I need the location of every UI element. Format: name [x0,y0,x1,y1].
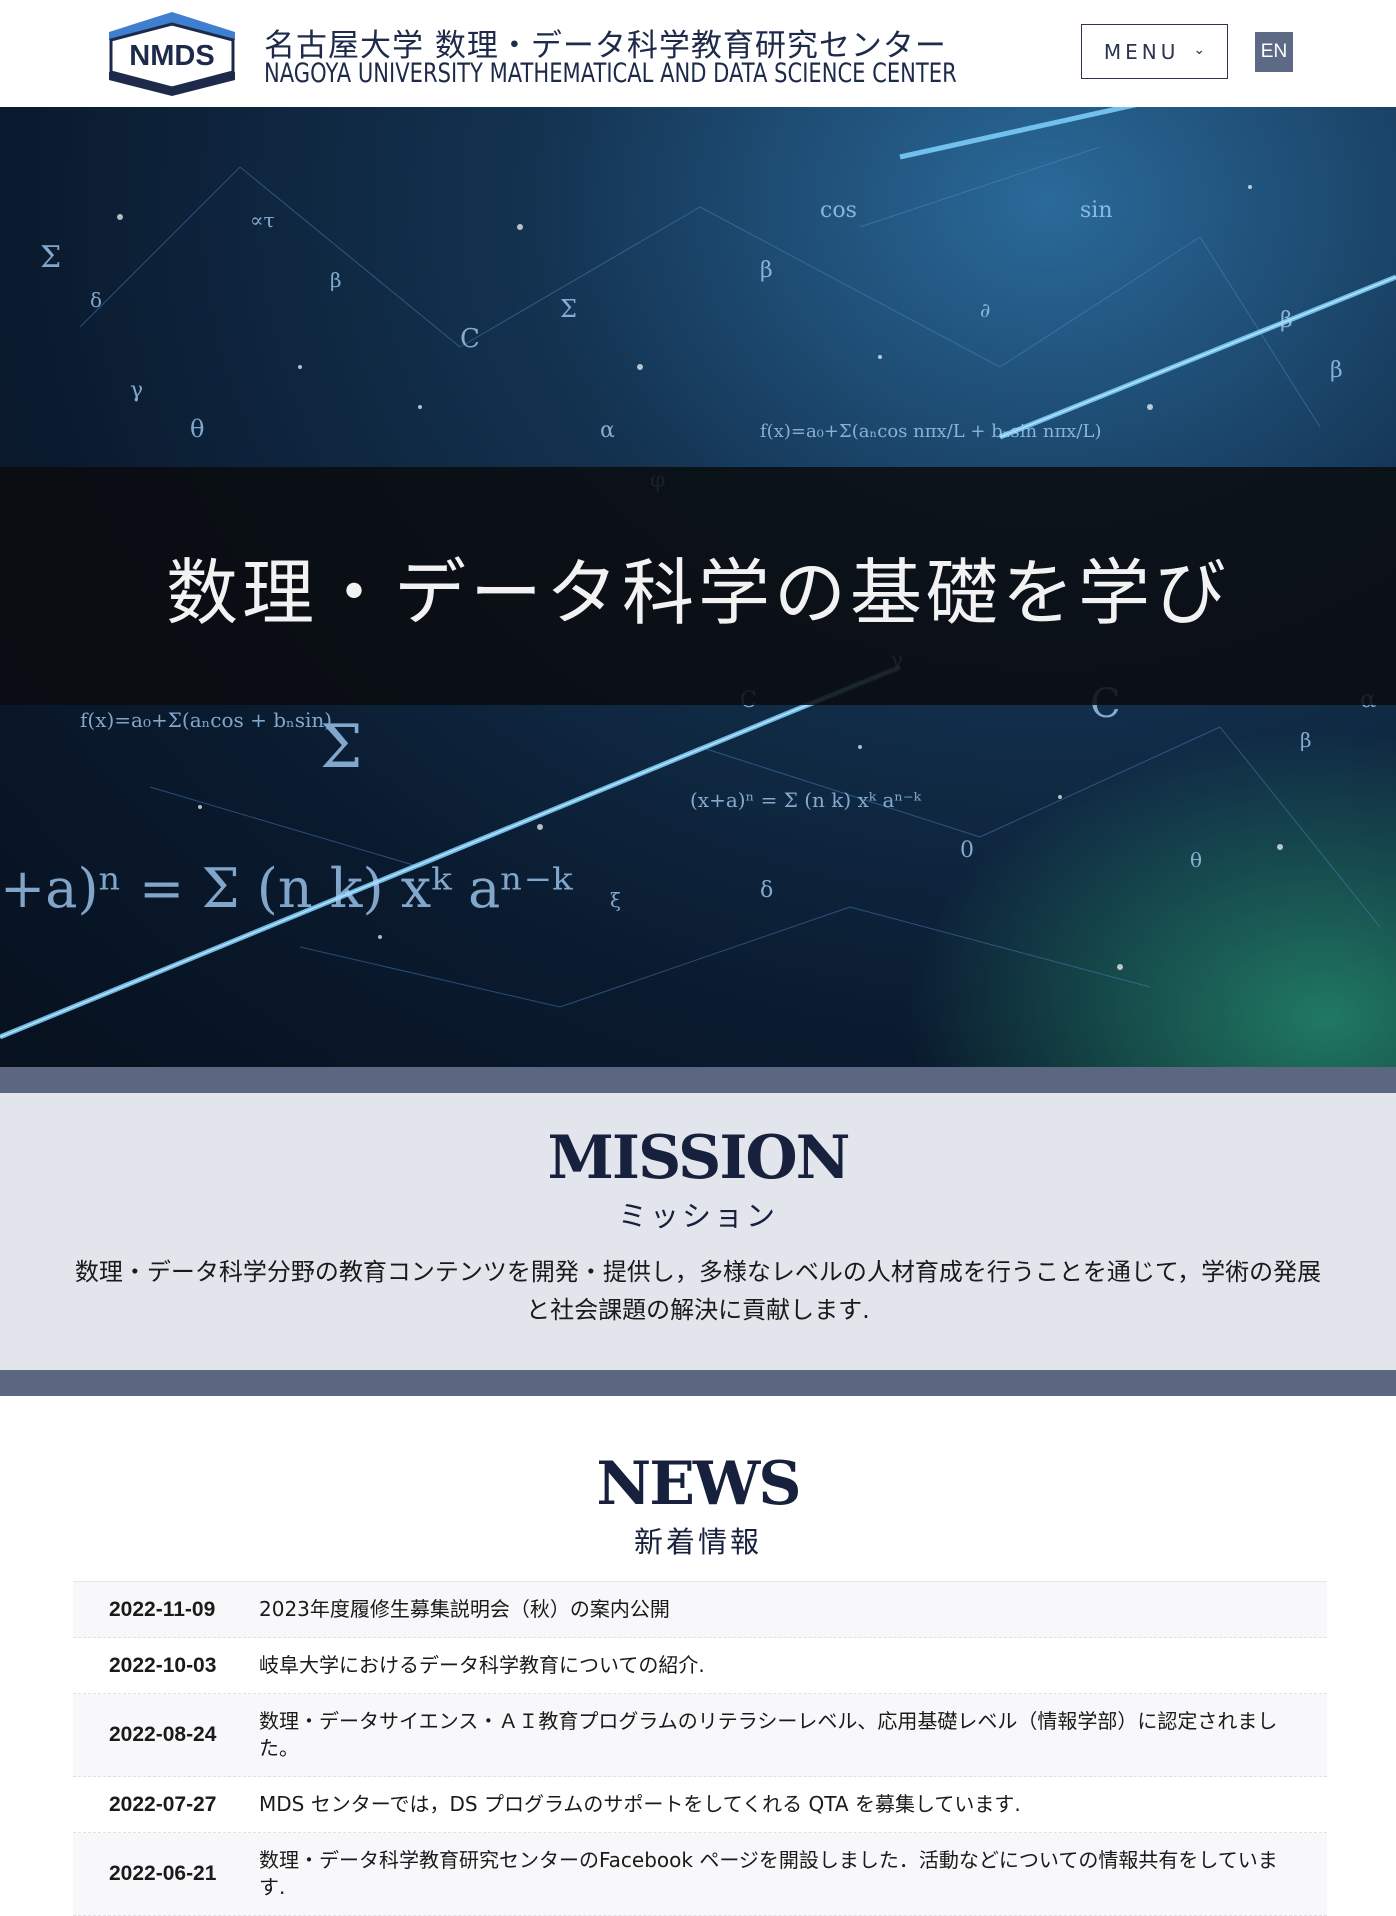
svg-text:∂: ∂ [980,298,990,322]
svg-text:f(x)=a₀+Σ(aₙcos + bₙsin): f(x)=a₀+Σ(aₙcos + bₙsin) [80,708,332,732]
news-headline[interactable]: MDS センターでは，DS プログラムのサポートをしてくれる QTA を募集して… [259,1791,1327,1818]
svg-text:β: β [1300,728,1312,752]
news-date: 2022-06-21 [109,1862,217,1885]
svg-text:δ: δ [760,878,773,903]
logo-text: NMDS [129,40,214,72]
mission-statement: 数理・データ科学分野の教育コンテンツを開発・提供し，多様なレベルの人材育成を行う… [74,1258,1322,1324]
news-date: 2022-11-09 [109,1597,216,1621]
svg-text:β: β [1330,358,1343,383]
nmds-logo[interactable]: NMDS [105,10,239,98]
site-title-en[interactable]: NAGOYA UNIVERSITY MATHEMATICAL AND DATA … [264,58,957,89]
news-subtitle: 新着情報 [633,1525,762,1559]
news-item[interactable]: 2022-06-21 数理・データ科学教育研究センターのFacebook ページ… [73,1833,1327,1916]
news-item[interactable]: 2022-08-24 数理・データサイエンス・ＡＩ教育プログラムのリテラシーレベ… [73,1694,1327,1777]
news-headline[interactable]: 数理・データサイエンス・ＡＩ教育プログラムのリテラシーレベル、応用基礎レベル（情… [259,1708,1327,1762]
svg-text:δ: δ [90,288,102,312]
svg-text:+a)ⁿ = Σ (n k) xᵏ aⁿ⁻ᵏ: +a)ⁿ = Σ (n k) xᵏ aⁿ⁻ᵏ [0,857,573,920]
svg-text:0: 0 [960,838,974,863]
menu-label: MENU [1103,39,1180,64]
mission-section: MISSION ミッション 数理・データ科学分野の教育コンテンツを開発・提供し，… [0,1093,1396,1370]
hero-heading: 数理・データ科学の基礎を学び [165,550,1230,635]
svg-text:cos: cos [820,198,857,223]
svg-text:(x+a)ⁿ = Σ (n k) xᵏ aⁿ⁻ᵏ: (x+a)ⁿ = Σ (n k) xᵏ aⁿ⁻ᵏ [690,788,922,812]
svg-text:α: α [600,418,615,443]
news-item[interactable]: 2022-07-27 MDS センターでは，DS プログラムのサポートをしてくれ… [73,1777,1327,1833]
svg-text:β: β [760,258,773,283]
svg-text:sin: sin [1080,198,1113,223]
svg-text:β: β [1280,308,1293,333]
language-toggle-en[interactable]: EN [1255,32,1293,72]
svg-text:Σ: Σ [40,240,61,275]
hero-banner: Σ δ γ β Σ β ∂ β sin cos α C f(x)=a₀+Σ(aₙ… [0,107,1396,1067]
mission-divider-top [0,1067,1396,1093]
svg-text:ξ: ξ [610,888,621,912]
news-headline[interactable]: 数理・データ科学教育研究センターのFacebook ページを開設しました．活動な… [259,1847,1327,1901]
svg-text:θ: θ [190,415,204,443]
news-date: 2022-08-24 [109,1723,217,1746]
svg-text:f(x)=a₀+Σ(aₙcos nπx/L + bₙsin: f(x)=a₀+Σ(aₙcos nπx/L + bₙsin nπx/L) [760,421,1101,442]
news-headline[interactable]: 岐阜大学におけるデータ科学教育についての紹介. [259,1652,1327,1679]
news-title: NEWS [596,1449,801,1519]
news-list: 2022-11-09 2023年度履修生募集説明会（秋）の案内公開 2022-1… [73,1581,1327,1916]
news-item[interactable]: 2022-11-09 2023年度履修生募集説明会（秋）の案内公開 [73,1582,1327,1638]
mission-subtitle: ミッション [617,1199,778,1233]
news-headline[interactable]: 2023年度履修生募集説明会（秋）の案内公開 [259,1596,1327,1623]
site-header: NMDS 名古屋大学 数理・データ科学教育研究センター NAGOYA UNIVE… [0,0,1396,107]
hero-caption-band: 数理・データ科学の基礎を学び [0,467,1396,705]
svg-text:Σ: Σ [560,295,577,323]
svg-text:β: β [330,268,342,292]
news-item[interactable]: 2022-10-03 岐阜大学におけるデータ科学教育についての紹介. [73,1638,1327,1694]
svg-text:∝τ: ∝τ [250,208,275,232]
mission-divider-bottom [0,1370,1396,1396]
svg-text:θ: θ [1190,848,1202,872]
svg-text:γ: γ [130,378,143,403]
menu-button[interactable]: MENU ⌄ [1081,24,1228,79]
news-date: 2022-10-03 [109,1653,217,1677]
svg-text:C: C [460,324,480,354]
news-date: 2022-07-27 [109,1792,217,1816]
mission-title: MISSION [547,1123,851,1193]
chevron-down-icon: ⌄ [1193,41,1206,58]
